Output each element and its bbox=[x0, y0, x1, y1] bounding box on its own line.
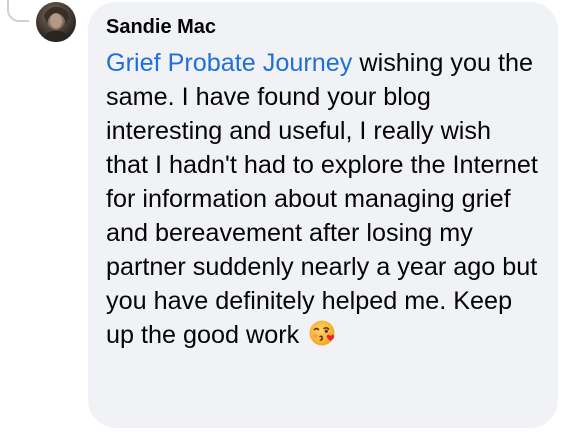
profile-photo bbox=[42, 6, 70, 42]
comment-body: wishing you the same. I have found your … bbox=[106, 49, 538, 349]
comment-text: Grief Probate Journey wishing you the sa… bbox=[106, 46, 538, 352]
comment-author-name[interactable]: Sandie Mac bbox=[106, 15, 538, 39]
avatar[interactable] bbox=[36, 2, 76, 42]
reply-thread-connector bbox=[7, 0, 29, 22]
mention-link[interactable]: Grief Probate Journey bbox=[106, 49, 352, 77]
comment-bubble: Sandie Mac Grief Probate Journey wishing… bbox=[88, 2, 558, 428]
face-blowing-a-kiss-icon bbox=[309, 320, 335, 346]
